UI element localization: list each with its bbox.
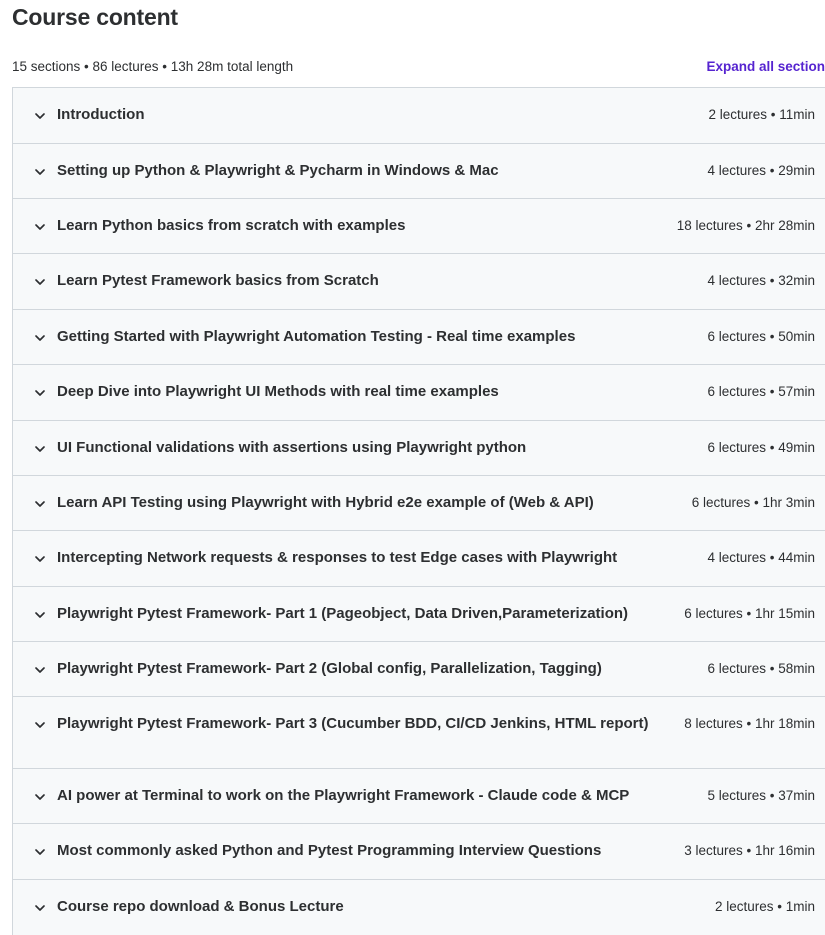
chevron-down-icon <box>33 165 47 179</box>
chevron-down-icon <box>33 552 47 566</box>
chevron-down-icon <box>33 220 47 234</box>
section-meta: 4 lectures • 29min <box>707 163 815 178</box>
section-meta: 5 lectures • 37min <box>707 788 815 803</box>
section-row[interactable]: Playwright Pytest Framework- Part 2 (Glo… <box>13 642 825 697</box>
section-title: UI Functional validations with assertion… <box>57 439 527 456</box>
section-title: AI power at Terminal to work on the Play… <box>57 787 630 804</box>
section-meta: 2 lectures • 1min <box>714 899 815 914</box>
section-title: Playwright Pytest Framework- Part 2 (Glo… <box>57 660 602 677</box>
section-meta: 18 lectures • 2hr 28min <box>676 218 815 233</box>
chevron-down-icon <box>33 275 47 289</box>
section-meta: 4 lectures • 32min <box>707 273 815 288</box>
section-meta: 6 lectures • 50min <box>707 329 815 344</box>
chevron-down-icon <box>33 718 47 732</box>
chevron-down-icon <box>33 663 47 677</box>
section-row[interactable]: Learn API Testing using Playwright with … <box>13 476 825 531</box>
course-summary: 15 sections • 86 lectures • 13h 28m tota… <box>12 59 294 74</box>
section-title: Setting up Python & Playwright & Pycharm… <box>57 162 499 179</box>
section-row[interactable]: Learn Python basics from scratch with ex… <box>13 199 825 254</box>
section-meta: 6 lectures • 1hr 15min <box>684 606 815 621</box>
section-list: Introduction 2 lectures • 11min Setting up… <box>12 87 825 935</box>
course-summary-row: 15 sections • 86 lectures • 13h 28m tota… <box>12 59 825 77</box>
section-meta: 6 lectures • 49min <box>707 440 815 455</box>
expand-all-sections-button[interactable]: Expand all section <box>706 59 825 74</box>
section-title: Learn API Testing using Playwright with … <box>57 494 594 511</box>
section-title: Most commonly asked Python and Pytest Pr… <box>57 842 602 859</box>
section-meta: 6 lectures • 57min <box>707 384 815 399</box>
section-row[interactable]: Playwright Pytest Framework- Part 1 (Pag… <box>13 587 825 642</box>
section-title: Getting Started with Playwright Automati… <box>57 328 576 345</box>
chevron-down-icon <box>33 497 47 511</box>
section-title: Playwright Pytest Framework- Part 3 (Cuc… <box>57 715 649 732</box>
section-row[interactable]: Getting Started with Playwright Automati… <box>13 310 825 365</box>
section-row[interactable]: UI Functional validations with assertion… <box>13 421 825 476</box>
section-meta: 3 lectures • 1hr 16min <box>684 843 815 858</box>
chevron-down-icon <box>33 790 47 804</box>
section-title: Playwright Pytest Framework- Part 1 (Pag… <box>57 605 629 622</box>
chevron-down-icon <box>33 386 47 400</box>
section-meta: 6 lectures • 58min <box>707 661 815 676</box>
section-title: Introduction <box>57 106 145 123</box>
section-meta: 2 lectures • 11min <box>708 107 815 122</box>
section-title: Deep Dive into Playwright UI Methods wit… <box>57 383 499 400</box>
section-row[interactable]: Most commonly asked Python and Pytest Pr… <box>13 824 825 880</box>
chevron-down-icon <box>33 331 47 345</box>
section-row[interactable]: Learn Pytest Framework basics from Scrat… <box>13 254 825 310</box>
section-row[interactable]: Deep Dive into Playwright UI Methods wit… <box>13 365 825 421</box>
section-meta: 4 lectures • 44min <box>707 550 815 565</box>
chevron-down-icon <box>33 845 47 859</box>
chevron-down-icon <box>33 442 47 456</box>
section-row[interactable]: Playwright Pytest Framework- Part 3 (Cuc… <box>13 697 825 769</box>
section-title: Learn Python basics from scratch with ex… <box>57 217 406 234</box>
section-row[interactable]: Intercepting Network requests & response… <box>13 531 825 587</box>
page-title: Course content <box>12 4 178 30</box>
section-row[interactable]: Setting up Python & Playwright & Pycharm… <box>13 144 825 199</box>
section-row[interactable]: AI power at Terminal to work on the Play… <box>13 769 825 824</box>
section-title: Course repo download & Bonus Lecture <box>57 898 344 915</box>
chevron-down-icon <box>33 109 47 123</box>
section-title: Learn Pytest Framework basics from Scrat… <box>57 272 379 289</box>
section-meta: 8 lectures • 1hr 18min <box>684 716 815 731</box>
chevron-down-icon <box>33 608 47 622</box>
section-row[interactable]: Introduction 2 lectures • 11min <box>13 88 825 144</box>
section-row[interactable]: Course repo download & Bonus Lecture 2 le… <box>13 880 825 935</box>
section-title: Intercepting Network requests & response… <box>57 549 618 566</box>
chevron-down-icon <box>33 901 47 915</box>
section-meta: 6 lectures • 1hr 3min <box>691 495 815 510</box>
